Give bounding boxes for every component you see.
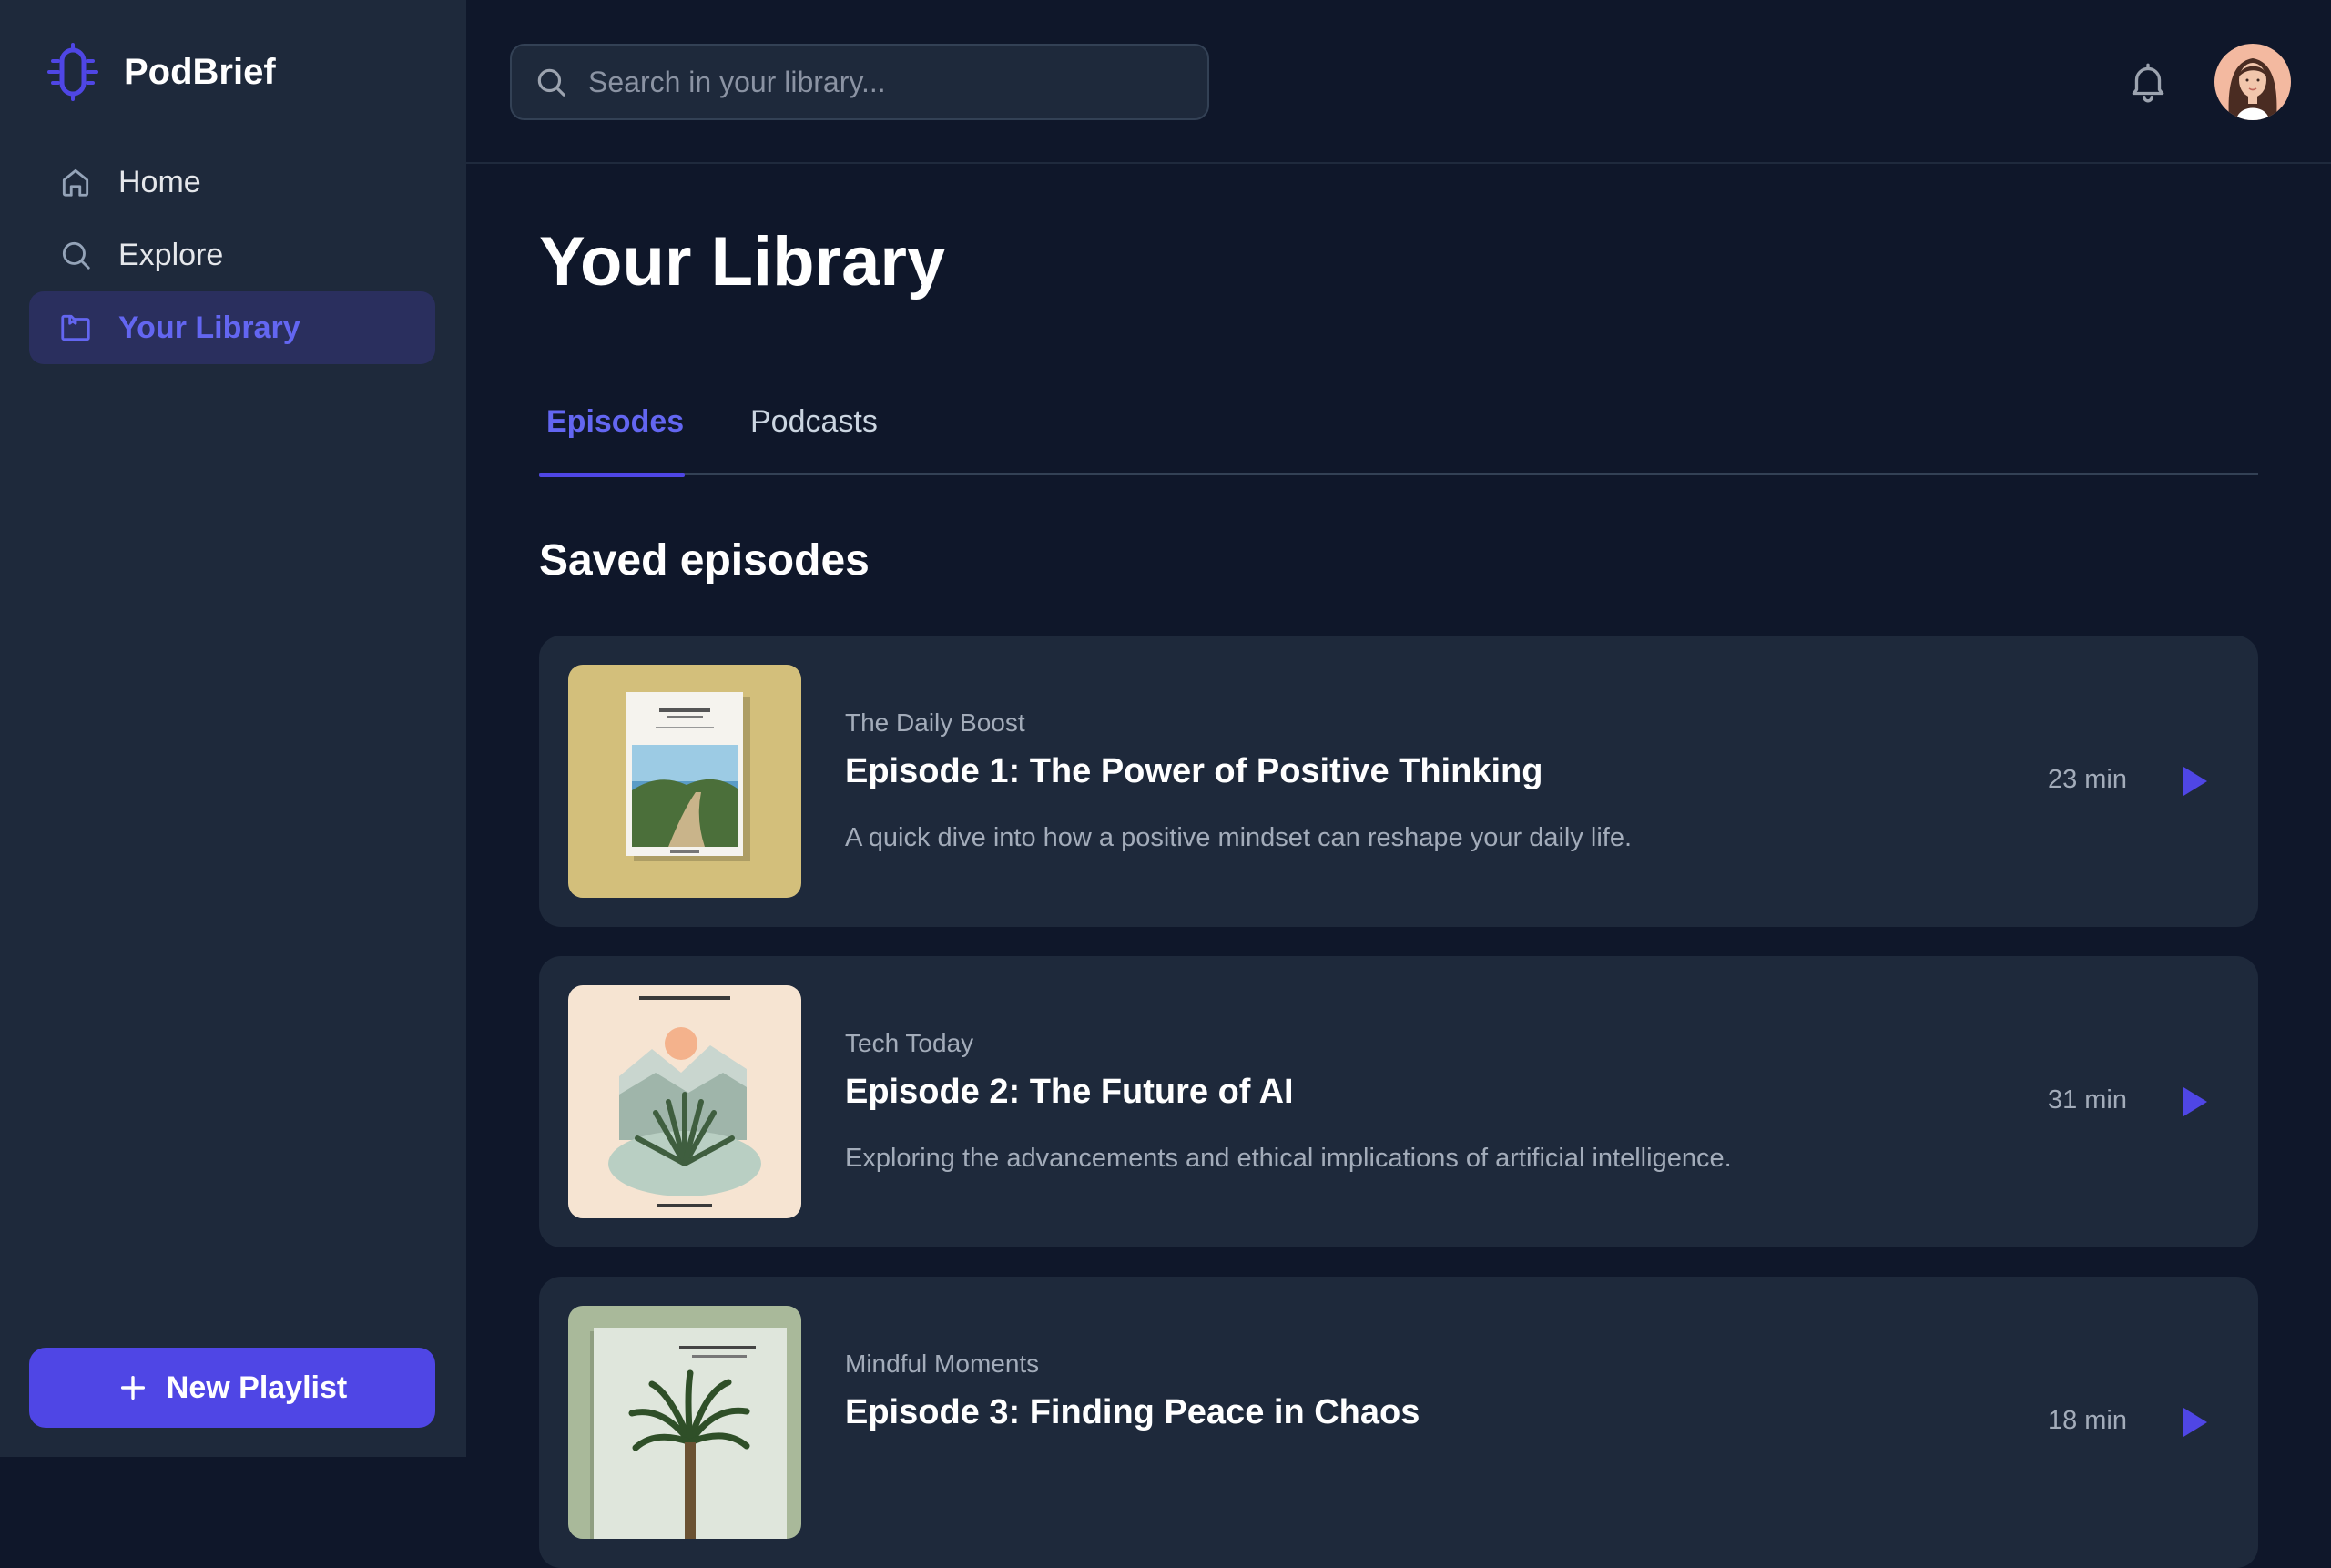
episode-duration: 23 min [2047, 765, 2127, 794]
plus-icon [120, 1375, 145, 1400]
sidebar-item-label: Home [118, 164, 201, 199]
new-playlist-label: New Playlist [166, 1369, 348, 1405]
home-icon [62, 168, 89, 197]
episode-cover-image [568, 985, 801, 1218]
episode-show-name: The Daily Boost [845, 708, 1025, 737]
library-tabs: Episodes Podcasts [539, 392, 2258, 477]
tab-label: Podcasts [750, 404, 878, 439]
app-name: PodBrief [124, 51, 276, 92]
episode-duration: 31 min [2047, 1085, 2127, 1115]
episode-title[interactable]: Episode 3: Finding Peace in Chaos [845, 1393, 1420, 1432]
episode-card[interactable]: Tech Today Episode 2: The Future of AI E… [539, 956, 2258, 1247]
search-icon [537, 68, 565, 97]
top-bar [466, 0, 2331, 164]
brand[interactable]: PodBrief [44, 42, 276, 102]
tab-podcasts[interactable]: Podcasts [750, 392, 878, 475]
page-title: Your Library [539, 223, 946, 300]
tab-label: Episodes [546, 404, 685, 439]
episode-title[interactable]: Episode 2: The Future of AI [845, 1073, 1294, 1112]
sidebar-item-label: Your Library [118, 310, 300, 345]
episode-description: A quick dive into how a positive mindset… [845, 823, 1633, 852]
avatar[interactable] [2214, 44, 2291, 120]
episode-title[interactable]: Episode 1: The Power of Positive Thinkin… [845, 752, 1542, 791]
episode-cover-image [568, 665, 801, 898]
tab-episodes[interactable]: Episodes [539, 392, 685, 477]
episode-description: Exploring the advancements and ethical i… [845, 1144, 1732, 1173]
sidebar-item-explore[interactable]: Explore [29, 219, 435, 291]
podbrief-logo-icon [47, 43, 98, 101]
episode-show-name: Tech Today [845, 1029, 974, 1057]
episode-duration: 18 min [2047, 1406, 2127, 1435]
new-playlist-button[interactable]: New Playlist [29, 1348, 435, 1428]
sidebar-item-your-library[interactable]: Your Library [29, 291, 435, 364]
sidebar-item-label: Explore [118, 237, 224, 272]
search-icon [62, 241, 90, 270]
bell-icon[interactable] [2125, 58, 2171, 106]
play-icon[interactable] [2171, 759, 2214, 803]
section-title: Saved episodes [539, 536, 870, 585]
sidebar: PodBrief Home Explore Your Library New P… [0, 0, 466, 1457]
episode-card[interactable]: Mindful Moments Episode 3: Finding Peace… [539, 1277, 2258, 1568]
play-icon[interactable] [2171, 1400, 2214, 1444]
episode-show-name: Mindful Moments [845, 1349, 1040, 1378]
play-icon[interactable] [2171, 1080, 2214, 1124]
search-box[interactable] [510, 44, 1209, 120]
sidebar-item-home[interactable]: Home [29, 146, 435, 219]
user-avatar-image [2214, 44, 2291, 120]
library-icon [61, 314, 90, 341]
search-input[interactable] [586, 64, 1187, 100]
episode-cover-image [568, 1306, 801, 1539]
episode-card[interactable]: The Daily Boost Episode 1: The Power of … [539, 636, 2258, 927]
